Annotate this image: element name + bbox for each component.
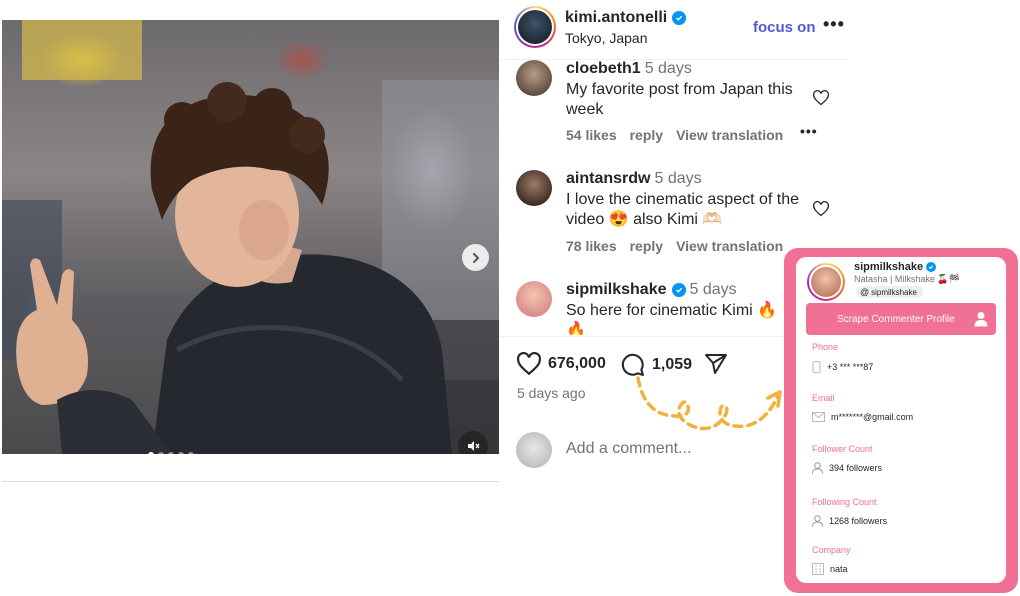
- carousel-dot: [188, 452, 194, 454]
- panel-handle-text: sipmilkshake: [871, 287, 917, 297]
- commenter-username-text[interactable]: sipmilkshake: [566, 281, 667, 299]
- carousel-dot: [178, 452, 184, 454]
- panel-subtitle: Natasha | Milkshake 🍒🏁: [854, 274, 960, 284]
- post-photo[interactable]: [2, 20, 499, 454]
- follower-count-text: 394 followers: [829, 463, 883, 473]
- comment-more-button[interactable]: •••: [800, 123, 818, 139]
- carousel-dot: [158, 452, 164, 454]
- author-username[interactable]: kimi.antonelli: [565, 9, 687, 27]
- commenter-username: aintansrdw 5 days: [566, 170, 702, 188]
- building-icon: [812, 563, 824, 575]
- comment-like-heart-icon[interactable]: [812, 201, 830, 217]
- heart-icon[interactable]: [516, 352, 542, 376]
- scrape-button-label: Scrape Commenter Profile: [837, 313, 955, 325]
- company-value-text: nata: [830, 564, 848, 574]
- mute-button[interactable]: [458, 431, 488, 454]
- comment-meta: 78 likes reply View translation: [566, 238, 796, 254]
- post-timestamp: 5 days ago: [517, 385, 586, 401]
- author-avatar[interactable]: [514, 6, 556, 48]
- commenter-username-text[interactable]: cloebeth1: [566, 60, 641, 77]
- verified-badge-icon: [926, 262, 937, 272]
- phone-label: Phone: [812, 342, 839, 352]
- commenter-username: cloebeth1 5 days: [566, 60, 692, 78]
- post-photo-illustration: [2, 20, 499, 454]
- verified-badge-icon: [672, 11, 687, 25]
- phone-icon: [812, 361, 821, 373]
- panel-username-text: sipmilkshake: [854, 261, 924, 273]
- current-user-avatar: [516, 432, 552, 468]
- phone-value-text: +3 *** ***87: [827, 362, 874, 372]
- follow-button[interactable]: focus on: [753, 19, 816, 36]
- comment-text: I love the cinematic aspect of the video…: [566, 191, 800, 228]
- more-options-button[interactable]: •••: [823, 14, 845, 35]
- follower-count-label: Follower Count: [812, 444, 873, 454]
- verified-badge-icon: [671, 283, 686, 297]
- following-count-text: 1268 followers: [829, 516, 888, 526]
- commenter-avatar[interactable]: [516, 281, 552, 317]
- comment-time: 5 days: [644, 60, 692, 77]
- user-icon: [812, 515, 823, 527]
- company-label: Company: [812, 545, 851, 555]
- view-translation-button[interactable]: View translation: [676, 238, 783, 254]
- panel-avatar: [807, 263, 845, 301]
- email-value: m*******@gmail.com: [812, 412, 913, 422]
- user-icon: [812, 462, 823, 474]
- follower-count-value: 394 followers: [812, 462, 882, 474]
- panel-threads-handle[interactable]: @ sipmilkshake: [856, 286, 923, 298]
- reply-button[interactable]: reply: [630, 127, 663, 143]
- comment-likes[interactable]: 78 likes: [566, 238, 617, 254]
- comment-meta: 54 likes reply View translation: [566, 127, 796, 143]
- post-header: kimi.antonelli Tokyo, Japan focus on •••: [512, 4, 848, 58]
- carousel-dot: [168, 452, 174, 454]
- comment-time: 5 days: [654, 170, 702, 187]
- company-value: nata: [812, 563, 848, 575]
- scraper-panel: sipmilkshake Natasha | Milkshake 🍒🏁 @ si…: [784, 248, 1018, 593]
- comment-text: My favorite post from Japan this week: [566, 81, 793, 118]
- photo-divider: [2, 481, 499, 482]
- like-count[interactable]: 676,000: [548, 355, 606, 373]
- threads-icon: @: [860, 287, 870, 297]
- following-count-label: Following Count: [812, 497, 877, 507]
- speaker-muted-icon: [468, 441, 480, 451]
- comment-text: So here for cinematic Kimi 🔥🔥: [566, 302, 778, 335]
- panel-username: sipmilkshake: [854, 261, 937, 273]
- comment-item: cloebeth1 5 days My favorite post from Ja…: [516, 60, 836, 156]
- post-location[interactable]: Tokyo, Japan: [565, 30, 648, 46]
- mail-icon: [812, 412, 825, 422]
- carousel-dot: [148, 452, 154, 454]
- person-icon: [974, 312, 988, 327]
- commenter-username-text[interactable]: aintansrdw: [566, 170, 650, 187]
- annotation-arrow-icon: [636, 376, 782, 431]
- like-action[interactable]: 676,000: [516, 352, 606, 376]
- commenter-avatar[interactable]: [516, 60, 552, 96]
- comment-likes[interactable]: 54 likes: [566, 127, 617, 143]
- phone-value: +3 *** ***87: [812, 361, 873, 373]
- reply-button[interactable]: reply: [630, 238, 663, 254]
- scrape-commenter-profile-button[interactable]: Scrape Commenter Profile: [806, 303, 996, 335]
- commenter-username: sipmilkshake 5 days: [566, 281, 737, 299]
- author-username-text[interactable]: kimi.antonelli: [565, 9, 667, 27]
- scraper-card: sipmilkshake Natasha | Milkshake 🍒🏁 @ si…: [796, 257, 1006, 583]
- email-label: Email: [812, 393, 835, 403]
- comment-time: 5 days: [689, 281, 737, 298]
- carousel-next-button[interactable]: [462, 244, 489, 271]
- view-translation-button[interactable]: View translation: [676, 127, 783, 143]
- following-count-value: 1268 followers: [812, 515, 887, 527]
- commenter-avatar[interactable]: [516, 170, 552, 206]
- carousel-dots: [148, 452, 194, 454]
- comment-like-heart-icon[interactable]: [812, 90, 830, 106]
- email-value-text: m*******@gmail.com: [831, 412, 914, 422]
- add-comment-input[interactable]: Add a comment...: [566, 440, 691, 458]
- chevron-right-icon: [472, 252, 479, 263]
